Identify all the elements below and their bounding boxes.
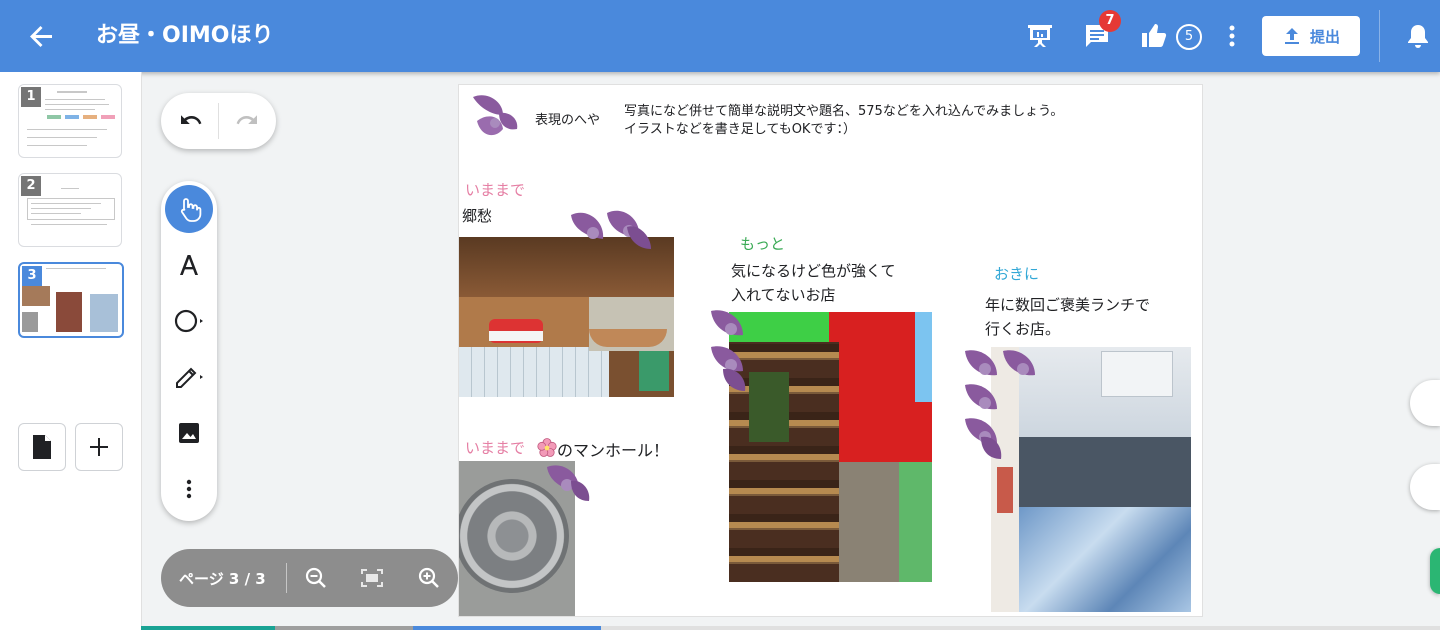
like-count: 5: [1176, 24, 1202, 50]
submit-label: 提出: [1309, 27, 1340, 46]
label-imamade-1: いままで: [465, 181, 526, 199]
page-thumbnail-2[interactable]: 2: [18, 173, 122, 247]
undo-redo-toolbar: [161, 93, 276, 149]
purple-petal-icon: [965, 350, 1035, 459]
more-tools-icon[interactable]: [165, 465, 213, 513]
caption-manhole: のマンホール！: [557, 441, 670, 460]
pen-tool-icon[interactable]: [165, 353, 213, 401]
caption-shop-colorful: 気になるけど色が強くて 入れてないお店: [731, 262, 896, 304]
bottom-strip: [141, 626, 275, 630]
zoom-controls: ページ 3 / 3: [161, 549, 458, 607]
document-title: お昼・OIMOほり: [96, 23, 274, 48]
redo-icon[interactable]: [223, 97, 271, 145]
page-thumbnail-3[interactable]: 3: [18, 262, 124, 338]
document-icon: [33, 435, 51, 459]
add-page-button[interactable]: [75, 423, 123, 471]
bottom-strip: [413, 626, 601, 630]
bottom-strip: [601, 626, 1440, 630]
caption-favorite-lunch: 年に数回ご褒美ランチで 行くお店。: [985, 296, 1151, 338]
image-tool-icon[interactable]: [165, 409, 213, 457]
right-panel-toggle[interactable]: [1410, 464, 1440, 510]
drawing-toolbar: [161, 181, 217, 521]
pointer-hand-icon[interactable]: [165, 185, 213, 233]
shape-tool-icon[interactable]: [165, 297, 213, 345]
page-thumbnail-sidebar: 1 2 3: [0, 72, 142, 630]
thumbs-up-icon[interactable]: [1136, 18, 1172, 54]
instruction-text: 写真になど併せて簡単な説明文や題名、575などを入れ込んでみましょう。 イラスト…: [624, 104, 1064, 137]
back-arrow-icon[interactable]: [24, 18, 60, 54]
comment-count-badge: 7: [1099, 10, 1121, 32]
comment-icon[interactable]: 7: [1079, 10, 1121, 54]
help-fab[interactable]: [1430, 548, 1440, 594]
label-imamade-2: いままで: [465, 439, 526, 457]
header-divider: [1379, 10, 1380, 62]
section-heading: 表現のへや: [535, 113, 601, 128]
submit-button[interactable]: 提出: [1262, 16, 1360, 56]
right-panel-toggle[interactable]: [1410, 380, 1440, 426]
upload-icon: [1284, 28, 1299, 44]
label-okini: おきに: [994, 265, 1040, 283]
purple-petal-icon: [571, 210, 651, 249]
app-header: お昼・OIMOほり 7 5 提出: [0, 0, 1440, 72]
photo-toy-bus-shelf: [459, 237, 674, 397]
photo-shop-storefront: [729, 312, 932, 582]
fit-page-icon[interactable]: [358, 564, 386, 592]
thumbnail-number: 2: [21, 176, 41, 196]
thumbnail-number: 3: [22, 266, 42, 286]
purple-petal-icon: [711, 310, 746, 391]
presentation-icon[interactable]: [1022, 18, 1058, 54]
label-motto: もっと: [740, 235, 786, 253]
caption-kyoshu: 郷愁: [462, 207, 493, 225]
zoom-in-icon[interactable]: [415, 564, 443, 592]
cherry-blossom-icon: [537, 438, 557, 457]
text-tool-icon[interactable]: [165, 241, 213, 289]
page-canvas[interactable]: 表現のへや 写真になど併せて簡単な説明文や題名、575などを入れ込んでみましょう…: [458, 84, 1203, 617]
undo-icon[interactable]: [167, 97, 215, 145]
bell-icon[interactable]: [1400, 18, 1436, 54]
thumbnail-number: 1: [21, 87, 41, 107]
page-thumbnail-1[interactable]: 1: [18, 84, 122, 158]
zoom-out-icon[interactable]: [302, 564, 330, 592]
plus-icon: [90, 438, 108, 456]
add-page-document-button[interactable]: [18, 423, 66, 471]
page-indicator: ページ 3 / 3: [179, 570, 266, 588]
purple-petal-icon: [547, 465, 590, 501]
bottom-strip: [275, 626, 413, 630]
more-vert-icon[interactable]: [1214, 18, 1250, 54]
purple-petal-icon: [473, 95, 518, 136]
